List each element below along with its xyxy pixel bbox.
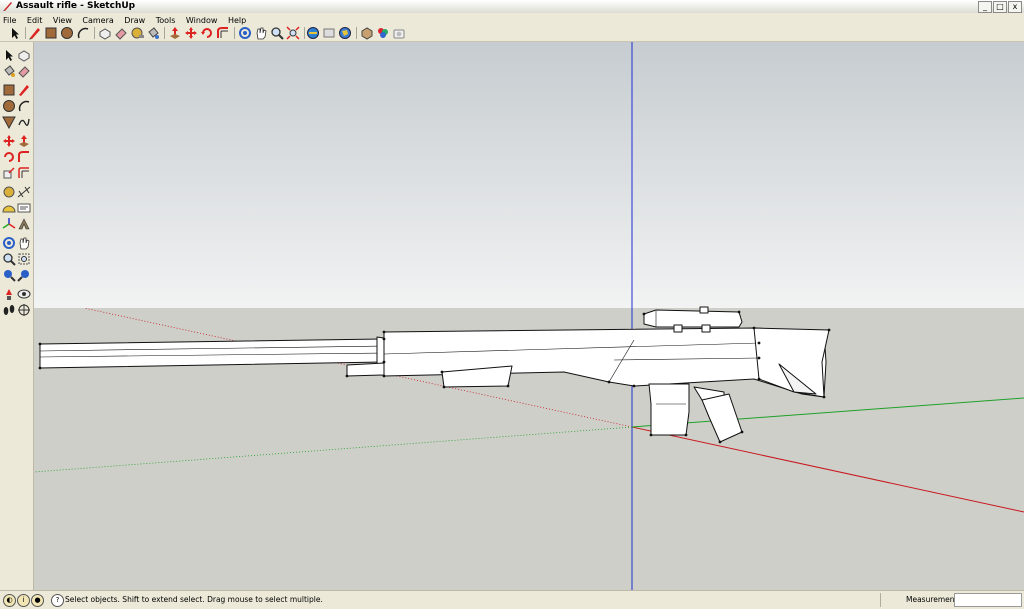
circle-tool-icon[interactable] <box>2 99 16 113</box>
component-icon[interactable] <box>360 26 374 40</box>
pan-tool-icon[interactable] <box>17 236 31 250</box>
select-tool-icon[interactable] <box>2 48 16 62</box>
credits-icon[interactable]: i <box>17 594 30 607</box>
follow-me-tool-icon[interactable] <box>17 150 31 164</box>
rectangle-tool-icon[interactable] <box>2 83 16 97</box>
zoom-extents-icon[interactable] <box>286 26 300 40</box>
rotate-icon[interactable] <box>200 26 214 40</box>
zoom-tool-icon[interactable] <box>2 252 16 266</box>
measurements-input[interactable] <box>954 593 1022 607</box>
make-component-icon[interactable] <box>98 26 112 40</box>
zoom-window-tool-icon[interactable] <box>17 252 31 266</box>
user-icon[interactable]: ● <box>31 594 44 607</box>
zoom-icon[interactable] <box>270 26 284 40</box>
freehand-tool-icon[interactable] <box>17 115 31 129</box>
dimension-tool-icon[interactable] <box>17 185 31 199</box>
pencil-icon[interactable] <box>28 26 42 40</box>
tape-measure-tool-icon[interactable] <box>2 185 16 199</box>
share-model-icon[interactable] <box>322 26 336 40</box>
geo-location-icon[interactable]: ◐ <box>3 594 16 607</box>
push-pull-icon[interactable] <box>168 26 182 40</box>
orbit-tool-icon[interactable] <box>2 236 16 250</box>
paint-bucket-tool-icon[interactable] <box>2 64 16 78</box>
tape-measure-icon[interactable] <box>130 26 144 40</box>
push-pull-tool-icon[interactable] <box>17 134 31 148</box>
status-message: Select objects. Shift to extend select. … <box>65 595 323 604</box>
follow-me-icon[interactable] <box>216 26 230 40</box>
next-view-tool-icon[interactable] <box>17 268 31 282</box>
component-tool-icon[interactable] <box>17 48 31 62</box>
move-icon[interactable] <box>184 26 198 40</box>
menu-bar: File Edit View Camera Draw Tools Window … <box>0 13 1024 25</box>
3d-text-tool-icon[interactable] <box>17 217 31 231</box>
main-toolbar <box>0 25 1024 42</box>
get-models-icon[interactable] <box>306 26 320 40</box>
section-plane-tool-icon[interactable] <box>17 303 31 317</box>
protractor-tool-icon[interactable] <box>2 201 16 215</box>
select-icon[interactable] <box>8 26 22 40</box>
line-tool-icon[interactable] <box>17 83 31 97</box>
rotate-tool-icon[interactable] <box>2 150 16 164</box>
scale-tool-icon[interactable] <box>2 166 16 180</box>
axes-tool-icon[interactable] <box>2 217 16 231</box>
move-tool-icon[interactable] <box>2 134 16 148</box>
paint-bucket-icon[interactable] <box>146 26 160 40</box>
position-camera-tool-icon[interactable] <box>2 287 16 301</box>
arc-icon[interactable] <box>76 26 90 40</box>
maximize-button[interactable]: □ <box>993 1 1007 13</box>
orbit-icon[interactable] <box>238 26 252 40</box>
offset-tool-icon[interactable] <box>17 166 31 180</box>
modeling-viewport[interactable] <box>34 42 1024 590</box>
rifle-scope[interactable] <box>643 309 743 328</box>
help-icon[interactable]: ? <box>51 594 64 607</box>
close-button[interactable]: x <box>1008 1 1022 13</box>
rectangle-icon[interactable] <box>44 26 58 40</box>
snapshot-icon[interactable] <box>392 26 406 40</box>
circle-icon[interactable] <box>60 26 74 40</box>
minimize-button[interactable]: _ <box>978 1 992 13</box>
rifle-magazine[interactable] <box>648 383 690 436</box>
status-bar: ◐ i ● ? Select objects. Shift to extend … <box>0 590 1024 609</box>
eraser-icon[interactable] <box>114 26 128 40</box>
walk-tool-icon[interactable] <box>2 303 16 317</box>
left-toolbar <box>0 42 34 590</box>
polygon-tool-icon[interactable] <box>2 115 16 129</box>
paint-icon[interactable] <box>376 26 390 40</box>
arc-tool-icon[interactable] <box>17 99 31 113</box>
sky <box>34 42 1024 309</box>
text-tool-icon[interactable] <box>17 201 31 215</box>
rifle-handguard[interactable] <box>346 362 385 377</box>
sketchup-app-icon <box>3 2 12 11</box>
window-title: Assault rifle - SketchUp <box>16 1 136 11</box>
pan-icon[interactable] <box>254 26 268 40</box>
look-around-tool-icon[interactable] <box>17 287 31 301</box>
eraser-tool-icon[interactable] <box>17 64 31 78</box>
title-bar: Assault rifle - SketchUp _ □ x <box>0 0 1024 14</box>
previous-view-tool-icon[interactable] <box>2 268 16 282</box>
google-earth-icon[interactable] <box>338 26 352 40</box>
